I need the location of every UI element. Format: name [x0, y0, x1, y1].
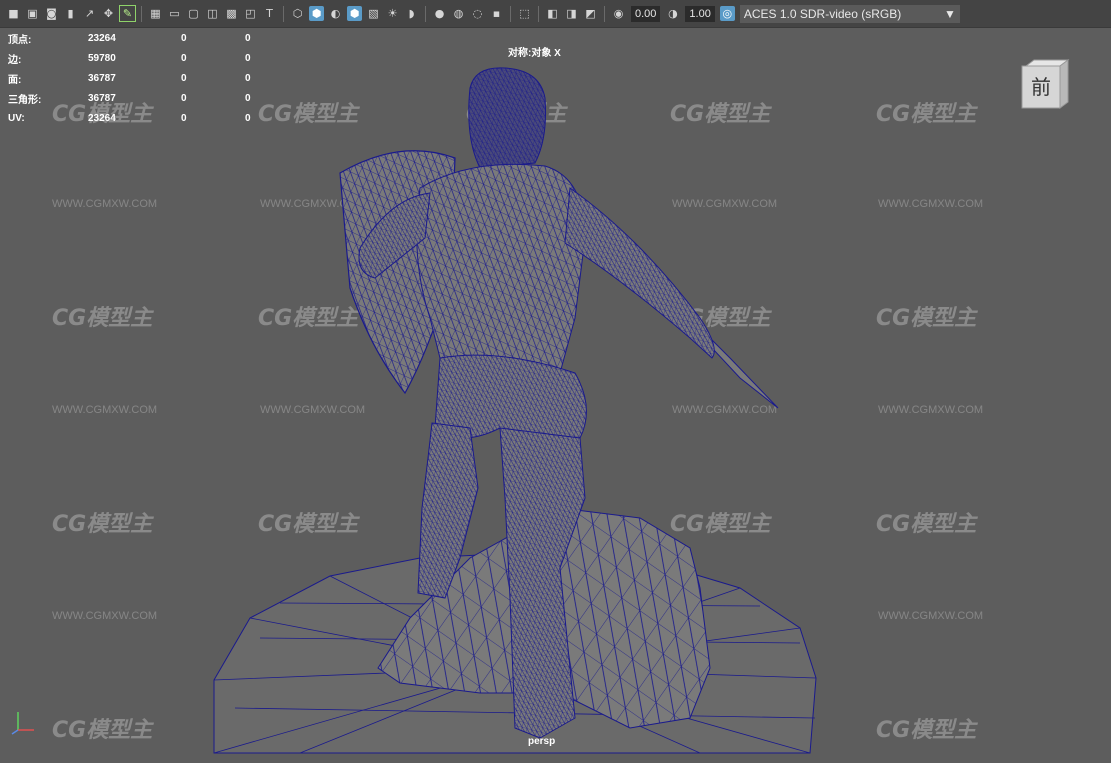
3d-viewport[interactable]: CG模型主 CG模型主 CG模型主 CG模型主 CG模型主 WWW.CGMXW.…	[0, 28, 1111, 763]
hud-value: 0	[181, 72, 187, 84]
color-management-icon[interactable]: ◎	[719, 6, 735, 21]
anti-alias-icon[interactable]: ◌	[470, 6, 485, 21]
gamma-icon: ◑	[668, 7, 678, 20]
hud-value: 0	[181, 92, 187, 104]
hud-value: 0	[245, 92, 251, 104]
hud-value: 0	[245, 72, 251, 84]
hud-label: 边:	[8, 54, 22, 66]
toolbar-divider	[283, 5, 284, 22]
view-cube-face-label: 前	[1031, 75, 1051, 99]
hud-value: 23264	[88, 32, 116, 44]
wireframe-model[interactable]	[0, 28, 1111, 763]
bookmark-icon[interactable]: ◙	[44, 6, 59, 21]
image-plane-icon[interactable]: ▮	[63, 6, 78, 21]
toolbar-divider	[604, 5, 605, 22]
resolution-gate-icon[interactable]: ▢	[186, 6, 201, 21]
hud-value: 36787	[88, 72, 116, 84]
hud-row-triangles: 三角形: 36787 0 0	[8, 88, 265, 108]
xray-icon[interactable]: ◧	[545, 6, 560, 21]
camera-icon[interactable]: ■	[6, 6, 21, 21]
hud-value: 0	[245, 52, 251, 64]
ambient-occlusion-icon[interactable]: ●	[432, 6, 447, 21]
hud-value: 36787	[88, 92, 116, 104]
axis-gizmo	[11, 712, 34, 735]
motion-blur-icon[interactable]: ◍	[451, 6, 466, 21]
exposure-field[interactable]: 0.00	[631, 5, 661, 22]
color-space-dropdown[interactable]: ACES 1.0 SDR-video (sRGB) ▼	[739, 4, 960, 23]
toolbar-divider	[425, 5, 426, 22]
hud-value: 0	[181, 52, 187, 64]
move-camera-icon[interactable]: ✥	[101, 6, 116, 21]
toolbar-divider	[538, 5, 539, 22]
hud-row-vertices: 顶点: 23264 0 0	[8, 28, 265, 48]
shadows-icon[interactable]: ◗	[404, 6, 419, 21]
gamma-field[interactable]: 1.00	[685, 5, 715, 22]
flat-shade-icon[interactable]: ◐	[328, 6, 343, 21]
select-camera-icon[interactable]: ↗	[82, 6, 97, 21]
hud-value: 59780	[88, 52, 116, 64]
exposure-icon: ◉	[613, 7, 624, 20]
toolbar-divider	[141, 5, 142, 22]
hud-value: 0	[245, 112, 251, 124]
xray-joints-icon[interactable]: ◨	[564, 6, 579, 21]
camera-name-label: persp	[528, 736, 556, 747]
hud-label: 顶点:	[8, 34, 32, 46]
safe-action-icon[interactable]: ◰	[243, 6, 258, 21]
camera-attr-icon[interactable]: ▣	[25, 6, 40, 21]
grid-icon[interactable]: ▦	[148, 6, 163, 21]
hud-row-uvs: UV: 23264 0 0	[8, 108, 265, 128]
hud-value: 0	[245, 32, 251, 44]
gate-mask-icon[interactable]: ◫	[205, 6, 220, 21]
hud-row-faces: 面: 36787 0 0	[8, 68, 265, 88]
symmetry-label: 对称:对象 X	[508, 48, 561, 59]
smooth-shade-icon[interactable]: ⬢	[309, 6, 324, 21]
hud-value: 0	[181, 32, 187, 44]
hud-label: 三角形:	[8, 94, 42, 106]
view-cube[interactable]: 前	[1020, 58, 1070, 110]
textured-icon[interactable]: ▧	[366, 6, 381, 21]
toolbar-divider	[510, 5, 511, 22]
grease-pencil-icon[interactable]: ✎	[119, 5, 136, 22]
color-space-label: ACES 1.0 SDR-video (sRGB)	[743, 6, 902, 21]
field-chart-icon[interactable]: ▩	[224, 6, 239, 21]
hud-label: 面:	[8, 74, 22, 86]
isolate-select-icon[interactable]: ⬚	[517, 6, 532, 21]
hud-value: 0	[181, 112, 187, 124]
viewport-toolbar: ■ ▣ ◙ ▮ ↗ ✥ ✎ ▦ ▭ ▢ ◫ ▩ ◰ T ⬡ ⬢ ◐ ⬢ ▧ ☀ …	[0, 0, 1111, 28]
hud-value: 23264	[88, 112, 116, 124]
wireframe-icon[interactable]: ⬡	[290, 6, 305, 21]
wireframe-on-shaded-icon[interactable]: ⬢	[347, 6, 362, 21]
depth-of-field-icon[interactable]: ▪	[489, 6, 504, 21]
hud-row-edges: 边: 59780 0 0	[8, 48, 265, 68]
hud-label: UV:	[8, 112, 25, 124]
xray-components-icon[interactable]: ◩	[583, 6, 598, 21]
poly-count-hud: 顶点: 23264 0 0 边: 59780 0 0 面: 36787 0 0 …	[8, 28, 265, 128]
film-gate-icon[interactable]: ▭	[167, 6, 182, 21]
safe-title-icon[interactable]: T	[262, 6, 277, 21]
chevron-down-icon: ▼	[943, 6, 956, 21]
view-cube-icon: 前	[1021, 59, 1070, 109]
lights-icon[interactable]: ☀	[385, 6, 400, 21]
